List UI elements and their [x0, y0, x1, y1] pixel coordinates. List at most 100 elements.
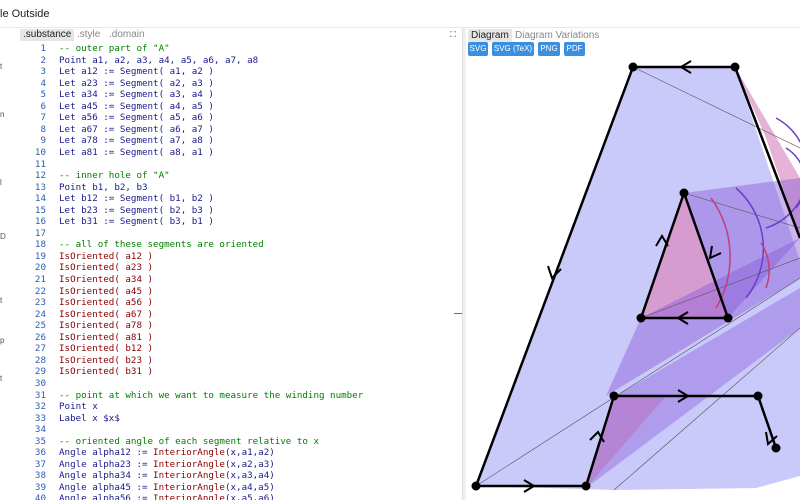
code-line[interactable]: 37 Angle alpha23 := InteriorAngle(x,a2,a3…	[18, 459, 462, 471]
line-number: 36	[34, 447, 46, 459]
code-line[interactable]: 20 IsOriented( a23 )	[18, 262, 462, 274]
line-number: 40	[34, 493, 46, 500]
code-line[interactable]: 13 Point b1, b2, b3	[18, 182, 462, 194]
code-text: Point x	[59, 401, 98, 413]
code-area[interactable]: 1 -- outer part of "A" 2 Point a1, a2, a3, …	[18, 42, 462, 500]
code-line[interactable]: 11	[18, 159, 462, 171]
code-line[interactable]: 15 Let b23 := Segment( b2, b3 )	[18, 205, 462, 217]
code-line[interactable]: 1 -- outer part of "A"	[18, 43, 462, 55]
code-line[interactable]: 17	[18, 228, 462, 240]
line-number: 17	[34, 227, 46, 239]
line-number: 9	[40, 135, 46, 147]
line-number: 38	[34, 470, 46, 482]
code-line[interactable]: 5 Let a34 := Segment( a3, a4 )	[18, 89, 462, 101]
code-line[interactable]: 31 -- point at which we want to measure t…	[18, 390, 462, 402]
code-line[interactable]: 34	[18, 424, 462, 436]
line-number: 12	[34, 170, 46, 182]
expand-icon[interactable]: ⛶	[448, 30, 458, 40]
vertex-a4	[771, 443, 781, 453]
line-number: 29	[34, 366, 46, 378]
code-line[interactable]: 18 -- all of these segments are oriented	[18, 239, 462, 251]
line-number: 23	[34, 297, 46, 309]
code-text: Let a12 := Segment( a1, a2 )	[59, 66, 214, 78]
line-number: 25	[34, 320, 46, 332]
code-line[interactable]: 30	[18, 378, 462, 390]
code-line[interactable]: 23 IsOriented( a56 )	[18, 297, 462, 309]
code-line[interactable]: 21 IsOriented( a34 )	[18, 274, 462, 286]
line-number: 16	[34, 216, 46, 228]
line-number: 19	[34, 250, 46, 262]
tab-diagram[interactable]: Diagram	[468, 29, 512, 42]
divider-handle-icon[interactable]	[454, 313, 462, 314]
code-text: Angle alpha56 := InteriorAngle(x,a5,a6)	[59, 493, 275, 500]
code-line[interactable]: 35 -- oriented angle of each segment rela…	[18, 436, 462, 448]
code-line[interactable]: 25 IsOriented( a78 )	[18, 320, 462, 332]
code-line[interactable]: 27 IsOriented( b12 )	[18, 343, 462, 355]
export-png-button[interactable]: PNG	[538, 42, 560, 56]
code-line[interactable]: 10 Let a81 := Segment( a8, a1 )	[18, 147, 462, 159]
code-text: IsOriented( a67 )	[59, 308, 154, 320]
code-line[interactable]: 38 Angle alpha34 := InteriorAngle(x,a3,a4…	[18, 470, 462, 482]
code-line[interactable]: 12 -- inner hole of "A"	[18, 170, 462, 182]
export-svg-button[interactable]: SVG	[468, 42, 488, 56]
code-line[interactable]: 14 Let b12 := Segment( b1, b2 )	[18, 193, 462, 205]
code-text: Angle alpha23 := InteriorAngle(x,a2,a3)	[59, 458, 275, 470]
left-strip-glyph: p	[0, 336, 5, 345]
code-line[interactable]: 26 IsOriented( a81 )	[18, 332, 462, 344]
code-text: IsOriented( a23 )	[59, 262, 154, 274]
vertex-b1	[679, 188, 689, 198]
line-number: 28	[34, 354, 46, 366]
code-text: -- oriented angle of each segment relati…	[59, 435, 319, 447]
code-text: Point b1, b2, b3	[59, 181, 148, 193]
diagram-canvas[interactable]	[466, 28, 800, 500]
code-line[interactable]: 24 IsOriented( a67 )	[18, 309, 462, 321]
code-line[interactable]: 3 Let a12 := Segment( a1, a2 )	[18, 66, 462, 78]
code-line[interactable]: 6 Let a45 := Segment( a4, a5 )	[18, 101, 462, 113]
code-line[interactable]: 16 Let b31 := Segment( b3, b1 )	[18, 216, 462, 228]
tab-diagram-variations[interactable]: Diagram Variations	[512, 29, 602, 42]
export-pdf-button[interactable]: PDF	[564, 42, 585, 56]
tab-domain[interactable]: .domain	[106, 29, 148, 41]
code-line[interactable]: 29 IsOriented( b31 )	[18, 366, 462, 378]
code-text: IsOriented( a45 )	[59, 285, 154, 297]
code-line[interactable]: 33 Label x $x$	[18, 413, 462, 425]
line-number: 18	[34, 239, 46, 251]
code-line[interactable]: 7 Let a56 := Segment( a5, a6 )	[18, 112, 462, 124]
line-number: 21	[34, 274, 46, 285]
line-number: 33	[34, 412, 46, 424]
line-number: 20	[34, 262, 46, 274]
line-number: 4	[40, 77, 46, 89]
line-number: 24	[34, 308, 46, 320]
line-number: 3	[40, 66, 46, 78]
export-svg-tex-button[interactable]: SVG (TeX)	[492, 42, 534, 56]
line-number: 11	[34, 158, 46, 170]
code-line[interactable]: 2 Point a1, a2, a3, a4, a5, a6, a7, a8	[18, 55, 462, 67]
left-strip-glyph: t	[0, 374, 3, 383]
code-line[interactable]: 32 Point x	[18, 401, 462, 413]
code-line[interactable]: 39 Angle alpha45 := InteriorAngle(x,a4,a5…	[18, 482, 462, 494]
code-text: IsOriented( b12 )	[59, 343, 154, 355]
code-line[interactable]: 22 IsOriented( a45 )	[18, 286, 462, 298]
line-number: 26	[34, 331, 46, 343]
code-text: Let a45 := Segment( a4, a5 )	[59, 100, 214, 112]
line-number: 10	[34, 146, 46, 158]
left-strip-glyph: l	[0, 178, 2, 187]
code-text: Label x $x$	[59, 412, 120, 424]
code-line[interactable]: 4 Let a23 := Segment( a2, a3 )	[18, 78, 462, 90]
code-line[interactable]: 40 Angle alpha56 := InteriorAngle(x,a5,a6…	[18, 493, 462, 500]
code-text: Let a56 := Segment( a5, a6 )	[59, 112, 214, 124]
left-strip-glyph: t	[0, 62, 3, 71]
code-line[interactable]: 8 Let a67 := Segment( a6, a7 )	[18, 124, 462, 136]
tab-style[interactable]: .style	[74, 29, 103, 41]
tab-substance[interactable]: .substance	[20, 29, 75, 41]
line-number: 37	[34, 458, 46, 470]
code-text: -- point at which we want to measure the…	[59, 389, 364, 401]
line-number: 35	[34, 435, 46, 447]
code-line[interactable]: 9 Let a78 := Segment( a7, a8 )	[18, 135, 462, 147]
line-number: 34	[34, 424, 46, 436]
line-number: 5	[40, 89, 46, 101]
code-line[interactable]: 19 IsOriented( a12 )	[18, 251, 462, 263]
left-strip-glyph: D	[0, 232, 6, 241]
code-line[interactable]: 36 Angle alpha12 := InteriorAngle(x,a1,a2…	[18, 447, 462, 459]
code-line[interactable]: 28 IsOriented( b23 )	[18, 355, 462, 367]
